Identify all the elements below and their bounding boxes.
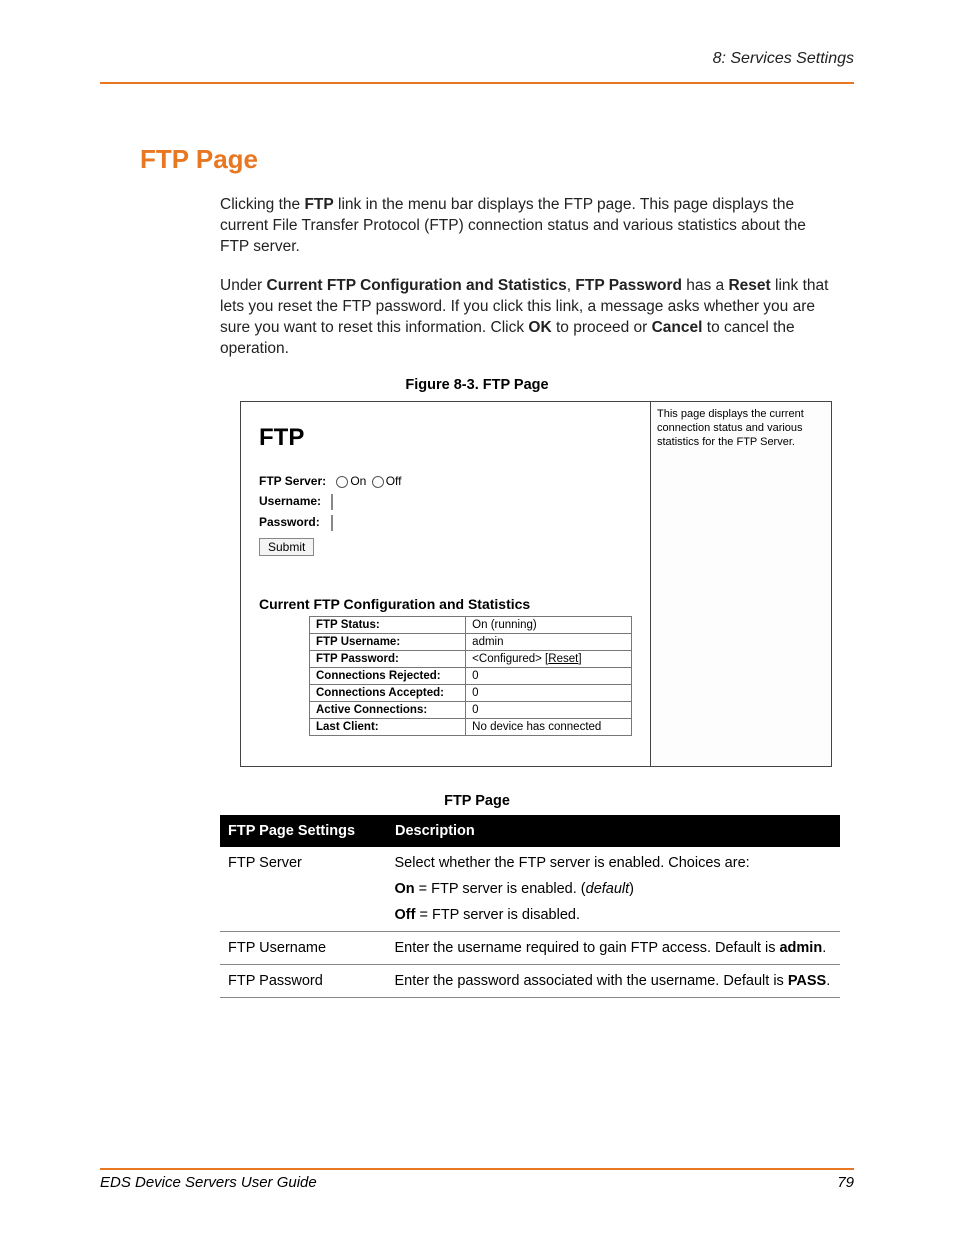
stats-heading: Current FTP Configuration and Statistics: [259, 596, 632, 612]
text-fragment: .: [826, 973, 830, 989]
table-row: Last Client: No device has connected: [310, 719, 632, 736]
table-row: FTP Username: admin: [310, 634, 632, 651]
figure-side-note: This page displays the current connectio…: [650, 402, 831, 766]
text-fragment: Clicking the: [220, 196, 304, 213]
figure-main-panel: FTP FTP Server: On Off Username: Passwor…: [241, 402, 650, 766]
option-line: On = FTP server is enabled. (default): [395, 881, 833, 897]
text-fragment: = FTP server is enabled. (: [415, 881, 586, 897]
setting-description: Enter the username required to gain FTP …: [387, 932, 841, 965]
text-fragment: = FTP server is disabled.: [415, 907, 580, 923]
intro-paragraph-2: Under Current FTP Configuration and Stat…: [220, 276, 834, 360]
stat-value: admin: [466, 634, 632, 651]
text-line: Select whether the FTP server is enabled…: [395, 855, 833, 871]
stat-key: Connections Accepted:: [310, 685, 466, 702]
stat-value: 0: [466, 685, 632, 702]
password-label: Password:: [259, 515, 331, 529]
stat-value: No device has connected: [466, 719, 632, 736]
desc-table-caption: FTP Page: [100, 793, 854, 809]
figure-screenshot: FTP FTP Server: On Off Username: Passwor…: [240, 401, 832, 767]
password-input[interactable]: [331, 515, 333, 531]
setting-name: FTP Username: [220, 932, 387, 965]
page-title: FTP Page: [140, 144, 854, 175]
stat-value: 0: [466, 702, 632, 719]
text-bold: Current FTP Configuration and Statistics: [267, 277, 567, 294]
username-input[interactable]: [331, 494, 333, 510]
submit-button[interactable]: Submit: [259, 538, 314, 556]
radio-off-label: Off: [386, 474, 402, 488]
stat-key: FTP Username:: [310, 634, 466, 651]
table-row: FTP Username Enter the username required…: [220, 932, 840, 965]
table-row: FTP Password Enter the password associat…: [220, 965, 840, 998]
text-bold: admin: [779, 940, 822, 956]
page-footer: EDS Device Servers User Guide 79: [100, 1168, 854, 1191]
stats-table: FTP Status: On (running) FTP Username: a…: [309, 616, 632, 736]
table-row: Connections Rejected: 0: [310, 668, 632, 685]
figure-caption: Figure 8-3. FTP Page: [100, 377, 854, 393]
text-bold: On: [395, 881, 415, 897]
table-row: Connections Accepted: 0: [310, 685, 632, 702]
description-table: FTP Page Settings Description FTP Server…: [220, 815, 840, 998]
stat-key: Connections Rejected:: [310, 668, 466, 685]
username-label: Username:: [259, 494, 331, 508]
footer-doc-title: EDS Device Servers User Guide: [100, 1174, 317, 1191]
text-fragment: Enter the username required to gain FTP …: [395, 940, 780, 956]
setting-name: FTP Server: [220, 847, 387, 932]
setting-name: FTP Password: [220, 965, 387, 998]
ftp-server-label: FTP Server:: [259, 474, 331, 488]
stat-value: On (running): [466, 617, 632, 634]
text-fragment: Under: [220, 277, 267, 294]
table-row: Active Connections: 0: [310, 702, 632, 719]
header-rule: [100, 82, 854, 84]
panel-title: FTP: [259, 424, 632, 452]
page-header: 8: Services Settings: [100, 50, 854, 84]
text-fragment: Enter the password associated with the u…: [395, 973, 788, 989]
password-row: Password:: [259, 515, 632, 530]
stat-key: Last Client:: [310, 719, 466, 736]
text-fragment: has a: [682, 277, 729, 294]
stat-value: <Configured> [Reset]: [466, 651, 632, 668]
ftp-server-row: FTP Server: On Off: [259, 474, 632, 488]
col-header-description: Description: [387, 815, 841, 847]
text-bold: Reset: [728, 277, 770, 294]
text-bold: FTP: [304, 196, 333, 213]
text-bold: OK: [528, 319, 551, 336]
text-italic: default: [586, 881, 630, 897]
table-row: FTP Server Select whether the FTP server…: [220, 847, 840, 932]
text-fragment: ]: [578, 653, 581, 665]
stat-key: Active Connections:: [310, 702, 466, 719]
stat-key: FTP Status:: [310, 617, 466, 634]
table-header-row: FTP Page Settings Description: [220, 815, 840, 847]
text-bold: FTP Password: [575, 277, 682, 294]
col-header-settings: FTP Page Settings: [220, 815, 387, 847]
radio-on-label: On: [350, 474, 366, 488]
text-bold: Cancel: [652, 319, 703, 336]
radio-off[interactable]: [372, 476, 384, 488]
text-bold: Off: [395, 907, 416, 923]
option-line: Off = FTP server is disabled.: [395, 907, 833, 923]
setting-description: Select whether the FTP server is enabled…: [387, 847, 841, 932]
text-fragment: to proceed or: [552, 319, 652, 336]
stat-key: FTP Password:: [310, 651, 466, 668]
breadcrumb: 8: Services Settings: [100, 50, 854, 68]
text-bold: PASS: [788, 973, 826, 989]
radio-on[interactable]: [336, 476, 348, 488]
table-row: FTP Password: <Configured> [Reset]: [310, 651, 632, 668]
intro-paragraph-1: Clicking the FTP link in the menu bar di…: [220, 195, 834, 258]
text-fragment: .: [822, 940, 826, 956]
text-fragment: ): [629, 881, 634, 897]
setting-description: Enter the password associated with the u…: [387, 965, 841, 998]
footer-page-number: 79: [837, 1174, 854, 1191]
table-row: FTP Status: On (running): [310, 617, 632, 634]
username-row: Username:: [259, 494, 632, 509]
text-fragment: <Configured> [: [472, 653, 548, 665]
stat-value: 0: [466, 668, 632, 685]
reset-link[interactable]: Reset: [548, 653, 578, 665]
footer-rule: [100, 1168, 854, 1170]
